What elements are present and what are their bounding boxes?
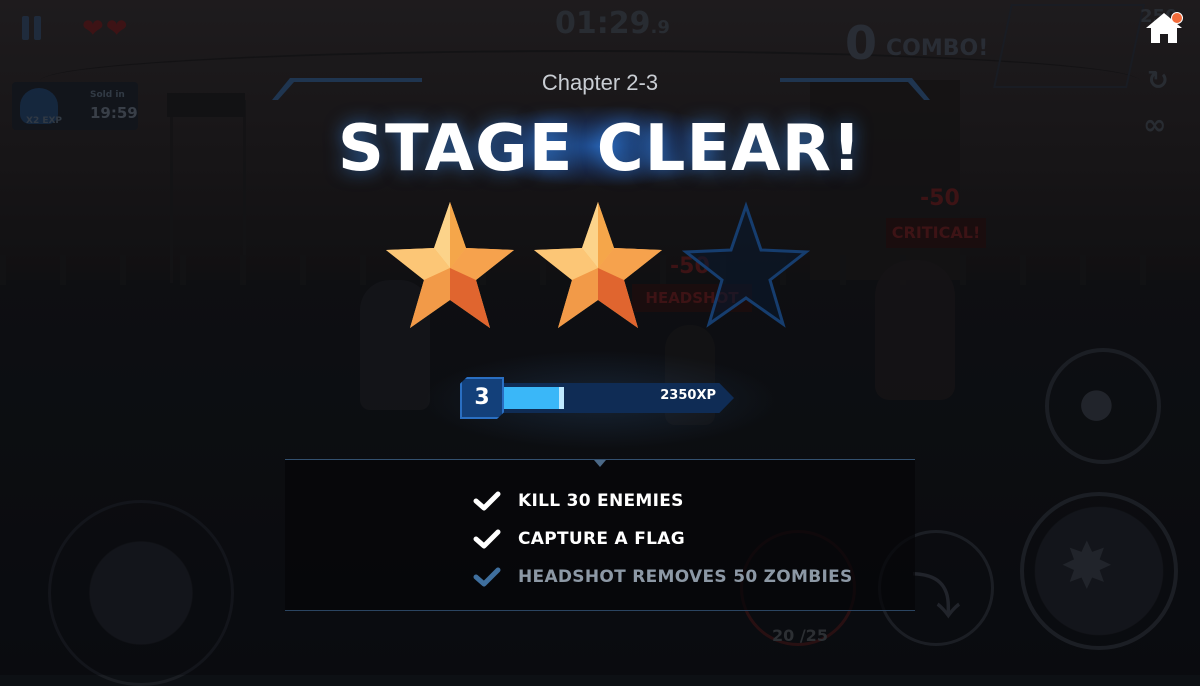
panel-divider-bottom [285,610,915,611]
mission-label: KILL 30 ENEMIES [518,491,684,511]
check-icon [473,567,501,587]
chapter-label: Chapter 2-3 [541,70,659,95]
mission-label: HEADSHOT REMOVES 50 ZOMBIES [518,567,853,587]
star-icon-earned [534,202,662,328]
check-icon [473,529,501,549]
mission-item: HEADSHOT REMOVES 50 ZOMBIES [473,564,853,590]
notification-dot [1171,12,1183,24]
xp-progress-bar: 3 2350XP [460,377,742,419]
panel-notch [594,460,606,467]
star-rating [380,198,820,338]
xp-fill-tip [559,387,564,409]
mission-item: KILL 30 ENEMIES [473,488,684,514]
player-level-badge: 3 [460,377,504,419]
stage-clear-title: STAGE CLEAR! [337,112,863,186]
star-icon-empty [681,201,811,328]
xp-fill [498,387,564,409]
xp-value: 2350XP [660,388,716,403]
mission-label: CAPTURE A FLAG [518,529,685,549]
check-icon [473,491,501,511]
star-icon-earned [386,202,514,328]
mission-item: CAPTURE A FLAG [473,526,685,552]
